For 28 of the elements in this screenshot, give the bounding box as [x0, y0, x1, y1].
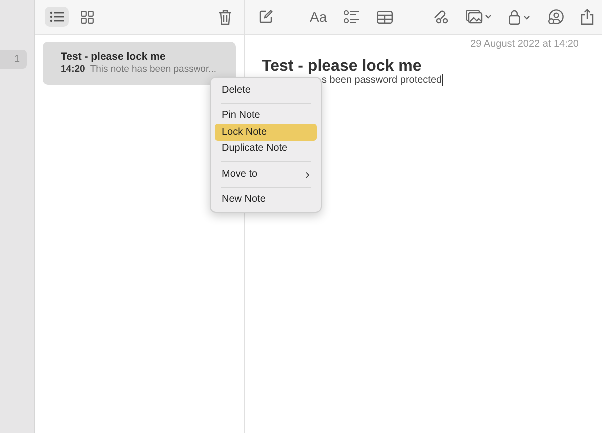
- table-icon[interactable]: [377, 10, 394, 24]
- note-list-item[interactable]: Test - please lock me 14:20 This note has been passwor...: [43, 42, 236, 85]
- share-person-icon[interactable]: [548, 9, 564, 25]
- collaboration-icon[interactable]: [433, 9, 449, 25]
- trash-icon[interactable]: [219, 10, 232, 24]
- menu-item[interactable]: Pin Note: [215, 108, 317, 124]
- note-heading: Test - please lock me: [262, 58, 423, 76]
- list-view-button[interactable]: [45, 7, 69, 27]
- lock-menu-icon[interactable]: [509, 10, 531, 24]
- note-body-text[interactable]: s been password protected: [322, 74, 442, 86]
- share-icon[interactable]: [581, 9, 594, 25]
- menu-item[interactable]: Duplicate Note: [215, 140, 317, 157]
- menu-item[interactable]: Move to ›: [215, 166, 317, 182]
- note-preview: This note has been passwor...: [90, 64, 217, 75]
- note-date: 29 August 2022 at 14:20: [470, 39, 579, 50]
- format-button[interactable]: Aa: [310, 9, 328, 25]
- compose-icon[interactable]: [259, 10, 273, 24]
- text-cursor: [442, 74, 444, 86]
- menu-item[interactable]: New Note: [215, 192, 317, 208]
- grid-icon: [80, 10, 94, 24]
- photo-menu-icon[interactable]: [466, 10, 492, 24]
- submenu-arrow: ›: [305, 166, 310, 182]
- note-title: Test - please lock me: [61, 51, 167, 64]
- note-time: 14:20: [61, 64, 86, 75]
- menu-item[interactable]: Lock Note: [215, 124, 317, 140]
- checklist-icon[interactable]: [344, 10, 360, 24]
- menu-item[interactable]: Delete: [215, 82, 317, 98]
- list-icon: [50, 11, 64, 23]
